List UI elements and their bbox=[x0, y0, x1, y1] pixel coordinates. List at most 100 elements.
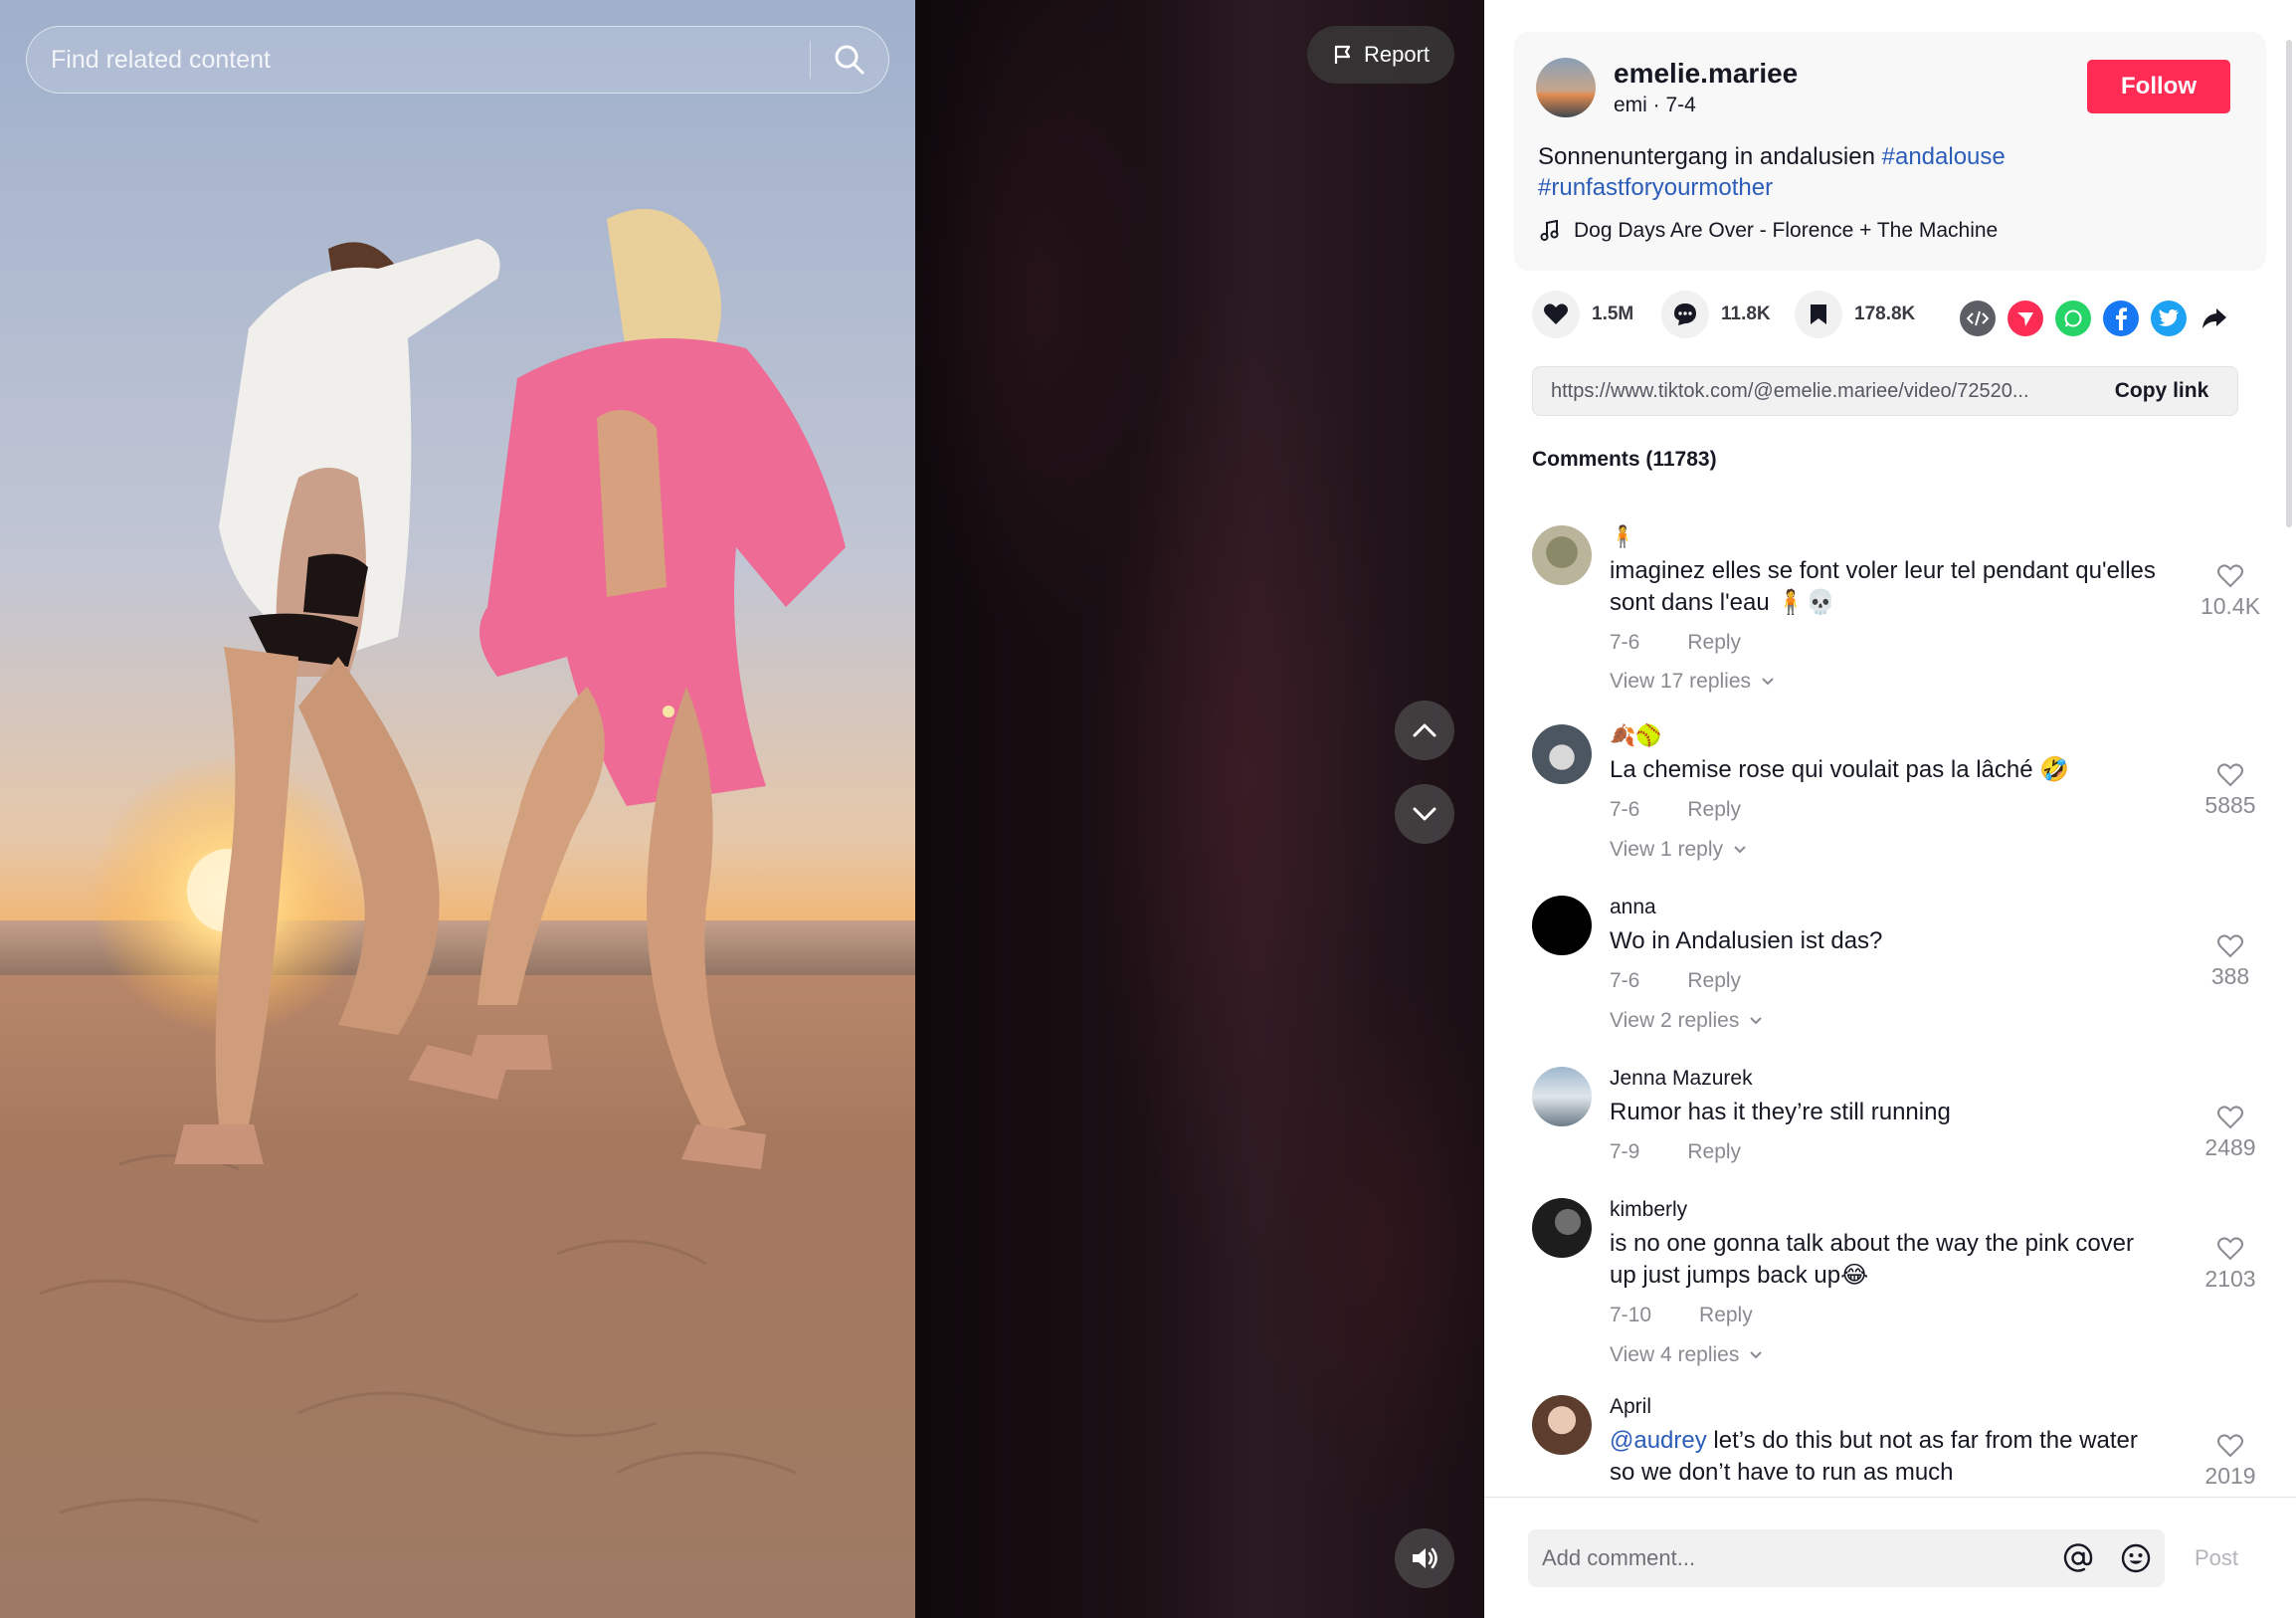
author-username[interactable]: emelie.mariee bbox=[1614, 58, 1798, 90]
reply-button[interactable]: Reply bbox=[1687, 1140, 1741, 1164]
video-url[interactable]: https://www.tiktok.com/@emelie.mariee/vi… bbox=[1533, 380, 2086, 403]
comment-date: 7-6 bbox=[1610, 798, 1640, 821]
comment-text: imaginez elles se font voler leur tel pe… bbox=[1610, 557, 2156, 616]
twitter-icon[interactable] bbox=[2151, 301, 2187, 336]
view-replies-label: View 1 reply bbox=[1610, 838, 1724, 861]
hashtag-link[interactable]: #andalouse bbox=[1882, 143, 2006, 170]
commenter-name[interactable]: Jenna Mazurek bbox=[1610, 1067, 1753, 1091]
comment-date: 7-6 bbox=[1610, 969, 1640, 992]
comment-like-count: 2019 bbox=[2204, 1463, 2256, 1489]
facebook-icon[interactable] bbox=[2103, 301, 2139, 336]
comment-icon bbox=[1674, 303, 1696, 325]
reply-button[interactable]: Reply bbox=[1687, 631, 1741, 655]
comment-text: La chemise rose qui voulait pas la lâché… bbox=[1610, 756, 2070, 783]
commenter-name[interactable]: 🍂🥎 bbox=[1610, 724, 1661, 748]
add-comment-input[interactable] bbox=[1528, 1529, 2049, 1587]
comment-like-count: 2103 bbox=[2204, 1266, 2256, 1292]
comment-date: 7-10 bbox=[1610, 1304, 1652, 1326]
comment-like: 5885 bbox=[2181, 762, 2280, 819]
heart-outline-icon[interactable] bbox=[2216, 563, 2244, 589]
reply-button[interactable]: Reply bbox=[1687, 798, 1741, 822]
share-arrow-icon[interactable] bbox=[2197, 301, 2232, 336]
chevron-down-icon bbox=[1750, 1017, 1763, 1025]
heart-outline-icon[interactable] bbox=[2216, 1433, 2244, 1459]
commenter-avatar[interactable] bbox=[1532, 525, 1592, 585]
video-frame bbox=[0, 0, 915, 1618]
previous-video-button[interactable] bbox=[1395, 701, 1454, 760]
commenter-avatar[interactable] bbox=[1532, 896, 1592, 955]
heart-icon bbox=[1544, 303, 1568, 324]
comment-meta: 7-6 Reply bbox=[1610, 969, 1741, 993]
comment-like-count: 388 bbox=[2210, 963, 2250, 989]
heart-outline-icon[interactable] bbox=[2216, 1236, 2244, 1262]
comment-text: Rumor has it they’re still running bbox=[1610, 1099, 1951, 1125]
comment-like-count: 5885 bbox=[2204, 792, 2256, 818]
commenter-avatar[interactable] bbox=[1532, 1198, 1592, 1258]
side-panel: emelie.mariee emi · 7-4 Follow Sonnenunt… bbox=[1484, 0, 2296, 1618]
emoji-button[interactable] bbox=[2107, 1529, 2165, 1587]
commenter-name[interactable]: anna bbox=[1610, 896, 1656, 919]
music-link[interactable]: Dog Days Are Over - Florence + The Machi… bbox=[1540, 219, 1998, 243]
copy-link-button[interactable]: Copy link bbox=[2086, 379, 2237, 403]
report-button[interactable]: Report bbox=[1307, 26, 1454, 84]
reply-button[interactable]: Reply bbox=[1687, 969, 1741, 993]
comment-like: 2019 bbox=[2181, 1433, 2280, 1490]
like-action[interactable]: 1.5M bbox=[1532, 291, 1633, 338]
caption-text: Sonnenuntergang in andalusien bbox=[1538, 143, 1875, 170]
commenter-avatar[interactable] bbox=[1532, 1067, 1592, 1126]
view-replies-button[interactable]: View 2 replies bbox=[1610, 1009, 1763, 1033]
search-bar bbox=[26, 26, 889, 94]
video-link-box: https://www.tiktok.com/@emelie.mariee/vi… bbox=[1532, 366, 2238, 416]
hashtag-link[interactable]: #runfastforyourmother bbox=[1538, 174, 1773, 201]
search-button[interactable] bbox=[811, 27, 888, 93]
commenter-avatar[interactable] bbox=[1532, 724, 1592, 784]
volume-button[interactable] bbox=[1395, 1528, 1454, 1588]
comment-meta: 7-9 Reply bbox=[1610, 1140, 1741, 1164]
tiktok-send-icon[interactable] bbox=[2008, 301, 2043, 336]
music-title: Dog Days Are Over - Florence + The Machi… bbox=[1574, 219, 1999, 242]
post-button[interactable]: Post bbox=[2195, 1545, 2238, 1571]
next-video-button[interactable] bbox=[1395, 784, 1454, 844]
search-input[interactable] bbox=[27, 27, 810, 93]
heart-outline-icon[interactable] bbox=[2216, 933, 2244, 959]
like-button[interactable] bbox=[1532, 291, 1580, 338]
whatsapp-icon[interactable] bbox=[2055, 301, 2091, 336]
chevron-down-icon bbox=[1762, 678, 1774, 686]
comment-meta: 7-10 Reply bbox=[1610, 1304, 1753, 1327]
view-replies-label: View 4 replies bbox=[1610, 1343, 1740, 1366]
emoji-icon bbox=[2121, 1543, 2151, 1573]
view-replies-button[interactable]: View 17 replies bbox=[1610, 670, 1775, 694]
author-avatar[interactable] bbox=[1536, 58, 1596, 117]
commenter-name[interactable]: 🧍 bbox=[1610, 525, 1635, 549]
chevron-down-icon bbox=[1734, 846, 1746, 854]
follow-button[interactable]: Follow bbox=[2087, 60, 2230, 113]
comments-header: Comments (11783) bbox=[1532, 448, 1717, 471]
comment-button[interactable] bbox=[1661, 291, 1709, 338]
heart-outline-icon[interactable] bbox=[2216, 1105, 2244, 1130]
video-caption: Sonnenuntergang in andalusien #andalouse… bbox=[1538, 141, 2234, 203]
chevron-down-icon bbox=[1413, 807, 1436, 821]
comment-text: Wo in Andalusien ist das? bbox=[1610, 927, 1883, 954]
mention-button[interactable] bbox=[2049, 1529, 2107, 1587]
comments-list: 🧍 imaginez elles se font voler leur tel … bbox=[1484, 507, 2296, 1497]
report-label: Report bbox=[1363, 42, 1431, 67]
commenter-name[interactable]: kimberly bbox=[1610, 1198, 1687, 1222]
heart-outline-icon[interactable] bbox=[2216, 762, 2244, 788]
comment-date: 7-6 bbox=[1610, 631, 1640, 654]
view-replies-button[interactable]: View 4 replies bbox=[1610, 1343, 1763, 1367]
commenter-avatar[interactable] bbox=[1532, 1395, 1592, 1455]
comment-meta: 7-6 Reply bbox=[1610, 798, 1741, 822]
save-button[interactable] bbox=[1795, 291, 1842, 338]
embed-icon[interactable] bbox=[1960, 301, 1996, 336]
view-replies-button[interactable]: View 1 reply bbox=[1610, 838, 1747, 862]
save-action[interactable]: 178.8K bbox=[1795, 291, 1915, 338]
commenter-name[interactable]: April bbox=[1610, 1395, 1651, 1419]
volume-icon bbox=[1413, 1547, 1437, 1569]
comment-like-count: 2489 bbox=[2204, 1134, 2256, 1160]
video-player[interactable] bbox=[0, 0, 915, 1618]
panel-scrollbar[interactable] bbox=[2286, 40, 2292, 527]
comment-action[interactable]: 11.8K bbox=[1661, 291, 1771, 338]
reply-button[interactable]: Reply bbox=[1699, 1304, 1753, 1327]
video-stage: Report bbox=[0, 0, 1484, 1618]
mention-link[interactable]: @audrey bbox=[1610, 1427, 1707, 1454]
